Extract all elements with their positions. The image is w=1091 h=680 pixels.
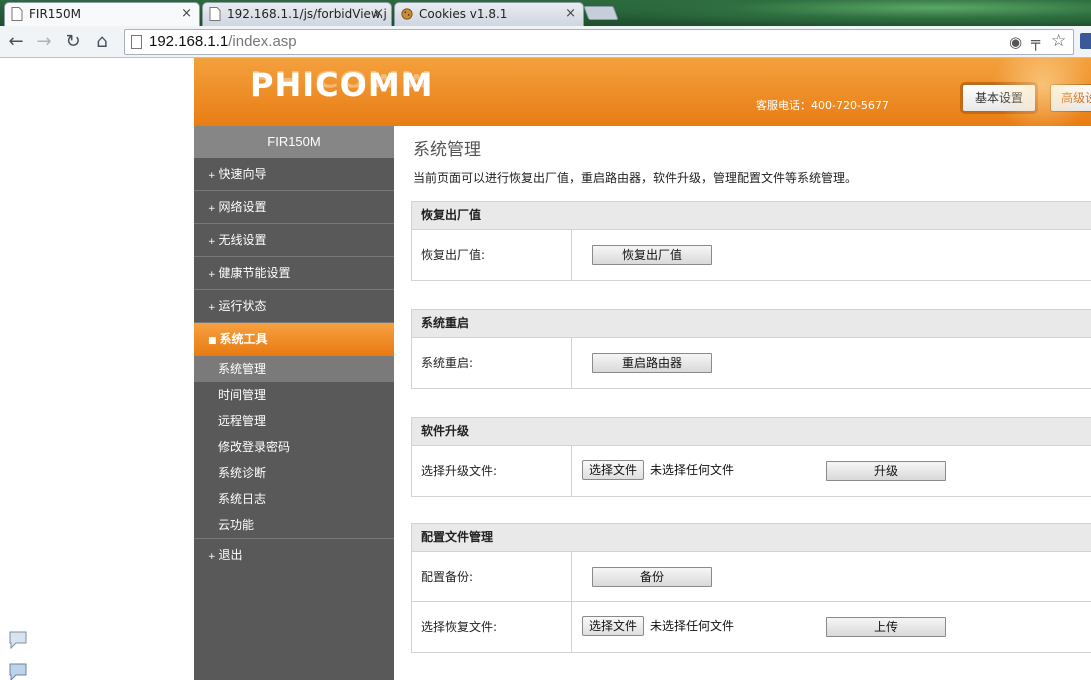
field-label: 选择恢复文件: [421, 620, 498, 634]
divider [571, 230, 572, 280]
submenu-system-diagnosis[interactable]: 系统诊断 [194, 460, 394, 486]
bookmark-star-icon[interactable]: ☆ [1051, 31, 1066, 51]
no-file-text: 未选择任何文件 [650, 463, 735, 477]
back-icon[interactable]: ← [4, 30, 28, 54]
plus-icon: + [208, 270, 216, 280]
home-icon[interactable]: ⌂ [90, 30, 114, 54]
go-icon[interactable]: ◉ [1009, 33, 1022, 51]
menu-quick-guide[interactable]: + 快速向导 [194, 158, 394, 191]
tab-title: Cookies v1.8.1 [419, 7, 508, 21]
extension-icon[interactable] [1080, 33, 1091, 49]
menu-label: 无线设置 [218, 233, 267, 247]
menu-label: 运行状态 [218, 299, 267, 313]
plus-icon: + [208, 204, 216, 214]
url-text: 192.168.1.1/index.asp [149, 33, 297, 50]
tab-fir150m[interactable]: FIR150M × [4, 2, 200, 26]
page-icon [11, 7, 23, 21]
menu-energy-settings[interactable]: + 健康节能设置 [194, 257, 394, 290]
menu-label: 退出 [218, 548, 243, 562]
factory-reset-row: 恢复出厂值: 恢复出厂值 [412, 230, 1091, 280]
submenu-system-log[interactable]: 系统日志 [194, 486, 394, 512]
divider [571, 446, 572, 496]
plus-icon: + [208, 303, 216, 313]
page-icon [209, 7, 221, 21]
panel-heading: 配置文件管理 [412, 524, 1091, 552]
plus-icon: + [208, 237, 216, 247]
config-file-panel: 配置文件管理 配置备份: 备份 选择恢复文件: 选择文件 未选择任何文件 上传 [411, 523, 1091, 653]
browser-toolbar: ← → ↻ ⌂ 192.168.1.1/index.asp ◉ ╤ ☆ [0, 26, 1091, 58]
tab-cookies[interactable]: Cookies v1.8.1 × [394, 2, 584, 26]
cookie-icon [401, 8, 413, 20]
field-label: 系统重启: [421, 356, 474, 370]
tab-title: 192.168.1.1/js/forbidView.j [227, 7, 387, 21]
plus-icon: + [208, 552, 216, 562]
upgrade-button[interactable]: 升级 [826, 461, 946, 481]
close-icon[interactable]: × [181, 3, 192, 25]
menu-label: 网络设置 [218, 200, 267, 214]
config-backup-row: 配置备份: 备份 [412, 552, 1091, 602]
menu-running-status[interactable]: + 运行状态 [194, 290, 394, 323]
field-label: 配置备份: [421, 570, 474, 584]
menu-network-settings[interactable]: + 网络设置 [194, 191, 394, 224]
submenu-time-management[interactable]: 时间管理 [194, 382, 394, 408]
tab-title: FIR150M [29, 7, 82, 21]
forward-icon[interactable]: → [32, 30, 56, 54]
page-description: 当前页面可以进行恢复出厂值，重启路由器，软件升级，管理配置文件等系统管理。 [413, 171, 858, 185]
reboot-router-button[interactable]: 重启路由器 [592, 353, 712, 373]
menu-label: 健康节能设置 [218, 266, 291, 280]
page-icon [131, 35, 142, 49]
choose-restore-file-button[interactable]: 选择文件 [582, 616, 645, 636]
upgrade-panel: 软件升级 选择升级文件: 选择文件 未选择任何文件 升级 [411, 417, 1091, 497]
divider [571, 602, 572, 652]
model-title: FIR150M [194, 126, 394, 158]
choose-upgrade-file-button[interactable]: 选择文件 [582, 460, 645, 480]
close-icon[interactable]: × [565, 3, 576, 25]
address-bar[interactable]: 192.168.1.1/index.asp ◉ ╤ ☆ [124, 29, 1074, 55]
panel-heading: 恢复出厂值 [412, 202, 1091, 230]
tab-forbidview[interactable]: 192.168.1.1/js/forbidView.j × [202, 2, 392, 26]
factory-reset-panel: 恢复出厂值 恢复出厂值: 恢复出厂值 [411, 201, 1091, 281]
menu-wireless-settings[interactable]: + 无线设置 [194, 224, 394, 257]
logo-reflection: PHICOMM [250, 65, 434, 92]
browser-tab-bar: FIR150M × 192.168.1.1/js/forbidView.j × … [0, 0, 1091, 26]
field-label: 恢复出厂值: [421, 248, 486, 262]
divider [571, 552, 572, 602]
close-icon[interactable]: × [373, 3, 384, 25]
submenu-cloud[interactable]: 云功能 [194, 512, 394, 538]
router-header: PHICOMM PHICOMM 客服电话：400-720-5677 基本设置 高… [194, 58, 1091, 126]
hotline-text: 客服电话：400-720-5677 [756, 99, 889, 112]
basic-settings-button[interactable]: 基本设置 [962, 84, 1036, 112]
chat-bubble-icon [9, 663, 27, 680]
menu-exit[interactable]: + 退出 [194, 538, 394, 571]
plus-icon: + [208, 171, 216, 181]
backup-button[interactable]: 备份 [592, 567, 712, 587]
reboot-row: 系统重启: 重启路由器 [412, 338, 1091, 388]
advanced-settings-button[interactable]: 高级设 [1050, 84, 1091, 112]
key-icon[interactable]: ╤ [1031, 33, 1040, 51]
menu-system-tools[interactable]: ■ 系统工具 [194, 323, 394, 356]
menu-label: 快速向导 [218, 167, 267, 181]
new-tab-button[interactable] [583, 6, 619, 20]
page-title: 系统管理 [413, 140, 481, 160]
field-label: 选择升级文件: [421, 464, 498, 478]
main-content: 系统管理 当前页面可以进行恢复出厂值，重启路由器，软件升级，管理配置文件等系统管… [394, 126, 1091, 680]
sidebar: FIR150M + 快速向导 + 网络设置 + 无线设置 + 健康节能设置 + 运行状态 … [194, 126, 394, 680]
square-bullet-icon: ■ [208, 336, 217, 346]
config-restore-row: 选择恢复文件: 选择文件 未选择任何文件 上传 [412, 602, 1091, 652]
divider [571, 338, 572, 388]
menu-label: 系统工具 [219, 332, 268, 346]
reboot-panel: 系统重启 系统重启: 重启路由器 [411, 309, 1091, 389]
panel-heading: 软件升级 [412, 418, 1091, 446]
submenu-remote-management[interactable]: 远程管理 [194, 408, 394, 434]
no-file-text: 未选择任何文件 [650, 619, 735, 633]
upload-button[interactable]: 上传 [826, 617, 946, 637]
factory-reset-button[interactable]: 恢复出厂值 [592, 245, 712, 265]
chat-bubble-icon [9, 631, 27, 650]
submenu-system-management[interactable]: 系统管理 [194, 356, 394, 382]
reload-icon[interactable]: ↻ [61, 30, 85, 54]
upgrade-row: 选择升级文件: 选择文件 未选择任何文件 升级 [412, 446, 1091, 496]
panel-heading: 系统重启 [412, 310, 1091, 338]
submenu-change-password[interactable]: 修改登录密码 [194, 434, 394, 460]
